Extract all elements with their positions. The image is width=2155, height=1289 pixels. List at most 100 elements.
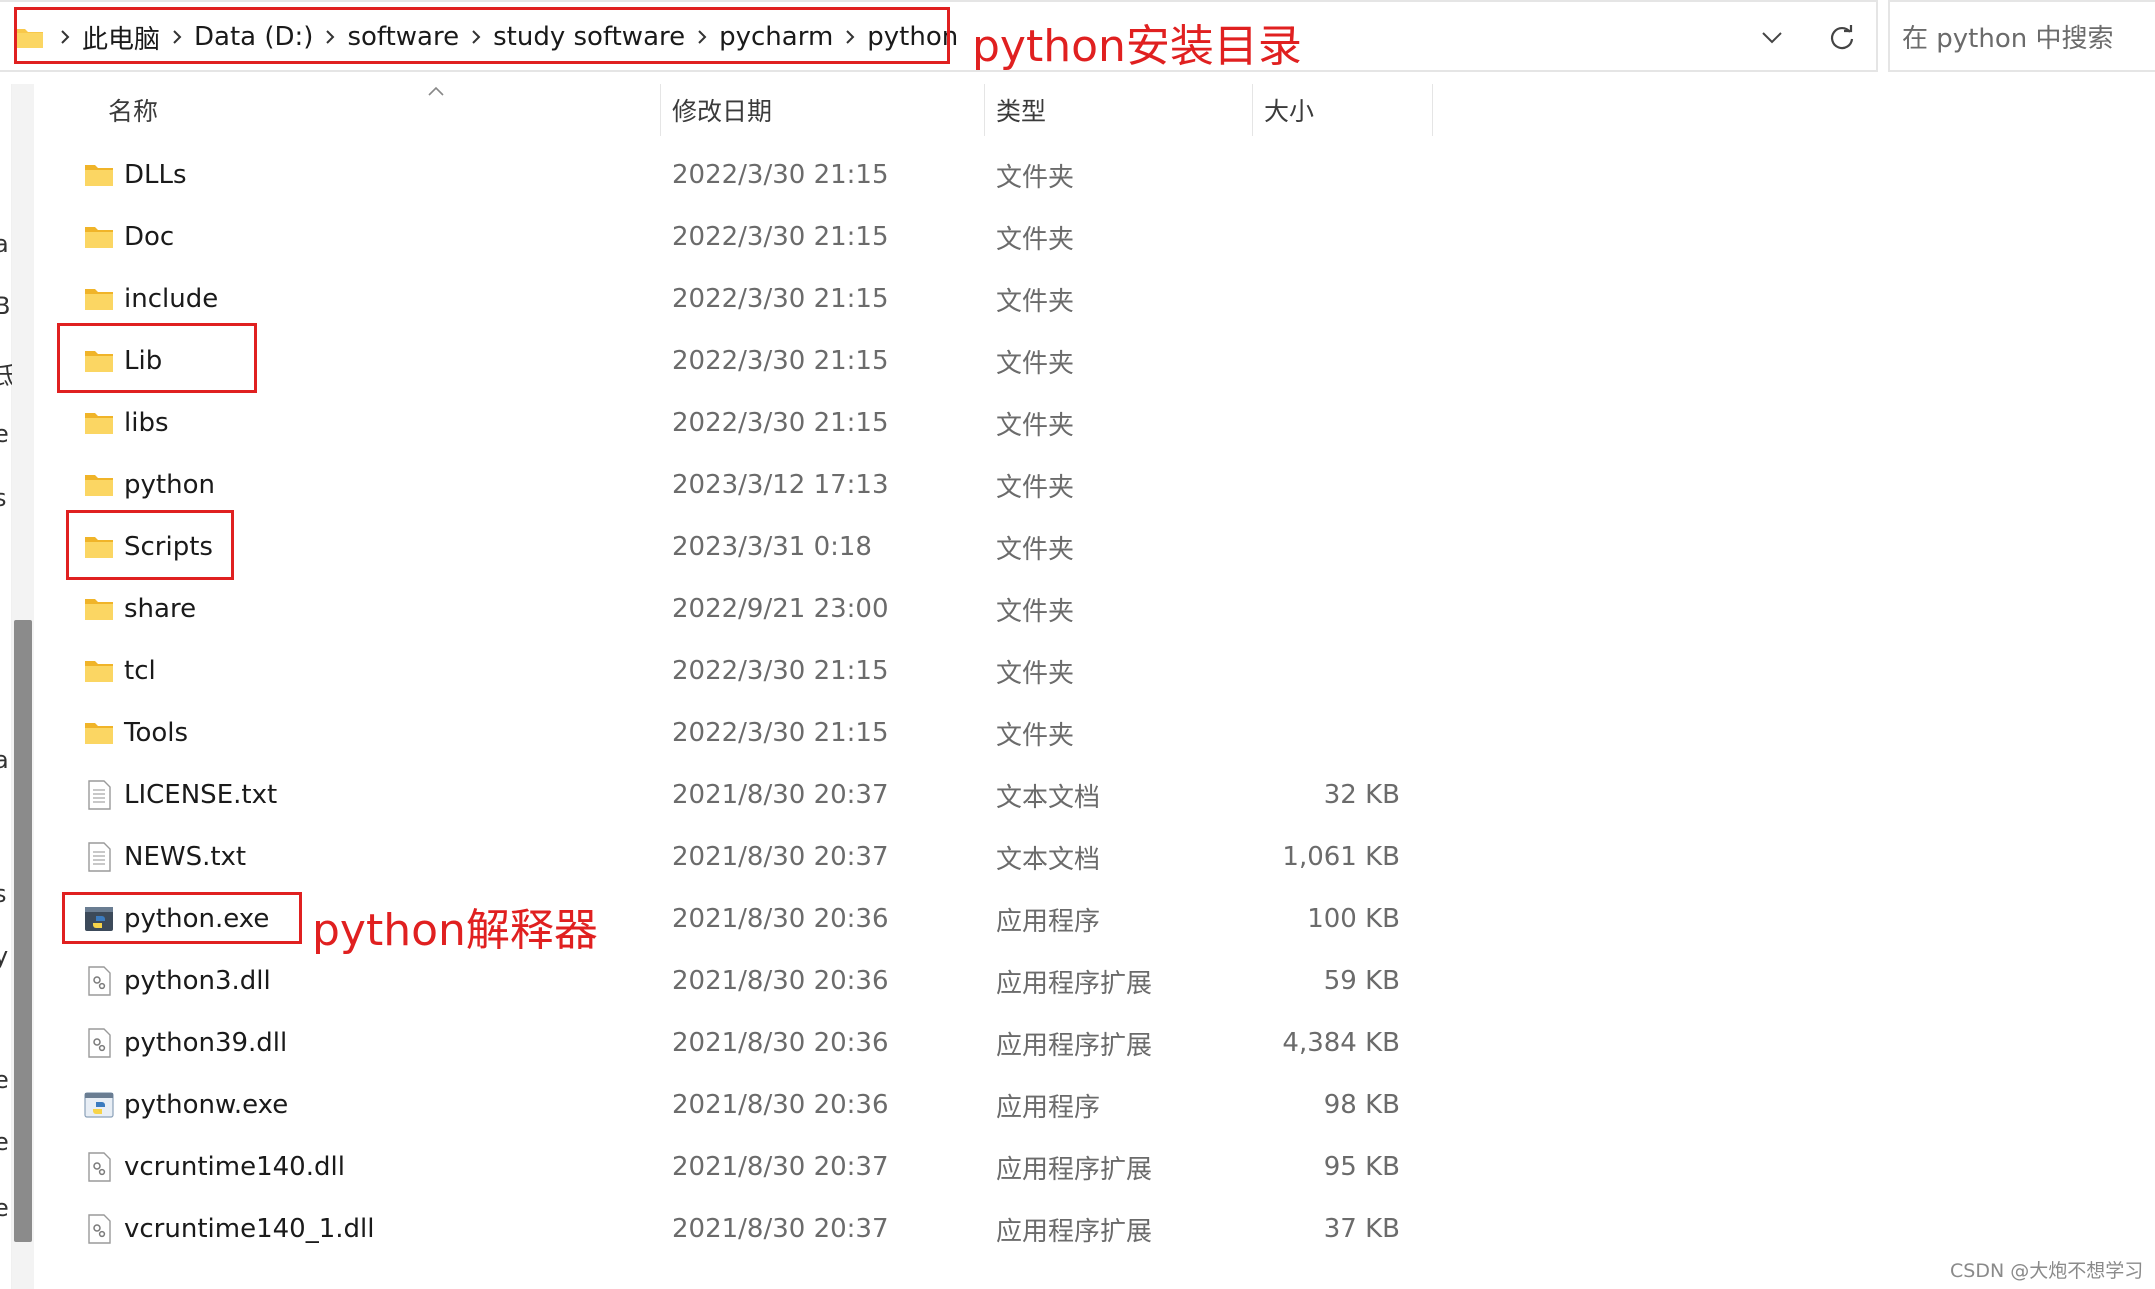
python-exe-icon [84,1090,114,1120]
file-name: python39.dll [124,1028,288,1058]
file-date: 2021/8/30 20:36 [672,966,889,996]
file-row[interactable]: LICENSE.txt 2021/8/30 20:37 文本文档 32 KB [60,764,1440,826]
address-history-button[interactable] [1752,20,1792,56]
refresh-button[interactable] [1822,18,1862,58]
nav-item-fragment: s [0,484,7,512]
file-row[interactable]: vcruntime140.dll 2021/8/30 20:37 应用程序扩展 … [60,1136,1440,1198]
sort-ascending-icon [428,86,444,96]
column-divider[interactable] [660,84,661,136]
file-type: 文件夹 [996,410,1075,441]
file-date: 2021/8/30 20:37 [672,1214,889,1244]
file-name: DLLs [124,160,187,190]
file-date: 2022/3/30 21:15 [672,160,889,190]
nav-item-fragment: e [0,420,9,448]
file-size: 98 KB [1323,1090,1400,1120]
file-date: 2022/3/30 21:15 [672,346,889,376]
folder-icon [84,470,114,500]
file-row[interactable]: include 2022/3/30 21:15 文件夹 [60,268,1440,330]
file-size: 95 KB [1323,1152,1400,1182]
file-type: 应用程序扩展 [996,968,1153,999]
file-size: 37 KB [1323,1214,1400,1244]
file-row[interactable]: share 2022/9/21 23:00 文件夹 [60,578,1440,640]
file-row[interactable]: python 2023/3/12 17:13 文件夹 [60,454,1440,516]
chevron-down-icon [1762,32,1782,44]
folder-icon [84,656,114,686]
annotation-interpreter: python解释器 [312,905,598,956]
file-row[interactable]: pythonw.exe 2021/8/30 20:36 应用程序 98 KB [60,1074,1440,1136]
file-row[interactable]: Scripts 2023/3/31 0:18 文件夹 [60,516,1440,578]
folder-icon [84,284,114,314]
file-date: 2022/3/30 21:15 [672,656,889,686]
column-header-name[interactable]: 名称 [108,84,158,136]
file-name: Doc [124,222,175,252]
search-placeholder: 在 python 中搜索 [1902,23,2114,54]
folder-icon [84,160,114,190]
file-date: 2023/3/12 17:13 [672,470,889,500]
file-name: vcruntime140.dll [124,1152,345,1182]
dll-file-icon [84,966,114,996]
column-headers: 名称 修改日期 类型 大小 [60,84,1440,136]
file-name: NEWS.txt [124,842,247,872]
folder-icon [84,718,114,748]
nav-scrollbar-thumb[interactable] [14,620,32,1242]
file-name: libs [124,408,169,438]
file-type: 文件夹 [996,348,1075,379]
folder-icon [84,594,114,624]
file-name: vcruntime140_1.dll [124,1214,375,1244]
file-size: 59 KB [1323,966,1400,996]
dll-file-icon [84,1152,114,1182]
column-header-size[interactable]: 大小 [1264,84,1314,136]
file-date: 2021/8/30 20:37 [672,780,889,810]
file-size: 4,384 KB [1282,1028,1400,1058]
file-type: 文本文档 [996,782,1101,813]
file-type: 文件夹 [996,286,1075,317]
file-size: 1,061 KB [1282,842,1400,872]
file-type: 文件夹 [996,596,1075,627]
navigation-pane[interactable]: a B 氐 e s a s y e e e [0,84,18,1289]
folder-icon [84,408,114,438]
nav-item-fragment: e [0,1194,9,1222]
file-name: include [124,284,219,314]
file-row[interactable]: Doc 2022/3/30 21:15 文件夹 [60,206,1440,268]
file-row[interactable]: DLLs 2022/3/30 21:15 文件夹 [60,144,1440,206]
nav-item-fragment: y [0,942,9,970]
file-name: LICENSE.txt [124,780,278,810]
nav-item-fragment: a [0,230,9,258]
column-header-type[interactable]: 类型 [996,84,1046,136]
file-name: python3.dll [124,966,271,996]
file-type: 应用程序 [996,1092,1101,1123]
file-row[interactable]: Lib 2022/3/30 21:15 文件夹 [60,330,1440,392]
file-type: 文件夹 [996,162,1075,193]
search-input[interactable]: 在 python 中搜索 [1888,0,2155,72]
file-date: 2021/8/30 20:37 [672,842,889,872]
file-type: 应用程序扩展 [996,1030,1153,1061]
folder-icon [84,222,114,252]
file-type: 应用程序扩展 [996,1154,1153,1185]
column-header-date[interactable]: 修改日期 [672,84,772,136]
column-divider[interactable] [1252,84,1253,136]
file-date: 2021/8/30 20:36 [672,1090,889,1120]
file-row[interactable]: tcl 2022/3/30 21:15 文件夹 [60,640,1440,702]
column-divider[interactable] [984,84,985,136]
file-row[interactable]: python39.dll 2021/8/30 20:36 应用程序扩展 4,38… [60,1012,1440,1074]
nav-item-fragment: e [0,1128,9,1156]
file-type: 应用程序扩展 [996,1216,1153,1247]
file-type: 文件夹 [996,224,1075,255]
file-row[interactable]: python3.dll 2021/8/30 20:36 应用程序扩展 59 KB [60,950,1440,1012]
file-row[interactable]: Tools 2022/3/30 21:15 文件夹 [60,702,1440,764]
column-divider[interactable] [1432,84,1433,136]
refresh-icon [1830,25,1854,50]
file-date: 2021/8/30 20:36 [672,904,889,934]
file-name: tcl [124,656,156,686]
file-row[interactable]: vcruntime140_1.dll 2021/8/30 20:37 应用程序扩… [60,1198,1440,1260]
nav-item-fragment: B [0,292,11,320]
file-type: 文本文档 [996,844,1101,875]
annotation-install-dir: python安装目录 [972,21,1302,72]
file-type: 应用程序 [996,906,1101,937]
file-row[interactable]: libs 2022/3/30 21:15 文件夹 [60,392,1440,454]
file-row[interactable]: NEWS.txt 2021/8/30 20:37 文本文档 1,061 KB [60,826,1440,888]
annotation-box-address [14,7,950,64]
file-date: 2022/3/30 21:15 [672,222,889,252]
watermark: CSDN @大炮不想学习 [1950,1260,2144,1282]
file-date: 2022/3/30 21:15 [672,284,889,314]
